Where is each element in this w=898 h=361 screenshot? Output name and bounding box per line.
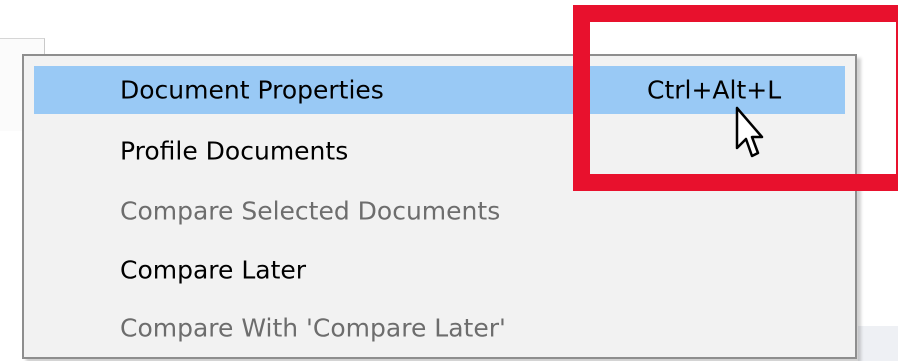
menu-item-label: Compare With 'Compare Later'	[120, 313, 506, 343]
menu-item-label: Document Properties	[120, 75, 384, 105]
menu-item-label: Compare Later	[120, 255, 307, 285]
menu-item-document-properties[interactable]: Document Properties Ctrl+Alt+L	[34, 66, 845, 114]
menu-item-profile-documents[interactable]: Profile Documents	[34, 127, 845, 175]
menu-item-compare-selected-documents: Compare Selected Documents	[34, 187, 845, 235]
screen: Document Properties Ctrl+Alt+L Profile D…	[0, 0, 898, 361]
background-window-fragment	[858, 326, 898, 361]
menu-item-compare-with-compare-later: Compare With 'Compare Later'	[34, 304, 845, 352]
context-menu: Document Properties Ctrl+Alt+L Profile D…	[22, 54, 857, 359]
menu-item-compare-later[interactable]: Compare Later	[34, 246, 845, 294]
menu-item-shortcut: Ctrl+Alt+L	[647, 75, 782, 105]
menu-item-label: Compare Selected Documents	[120, 196, 501, 226]
menu-item-label: Profile Documents	[120, 136, 349, 166]
